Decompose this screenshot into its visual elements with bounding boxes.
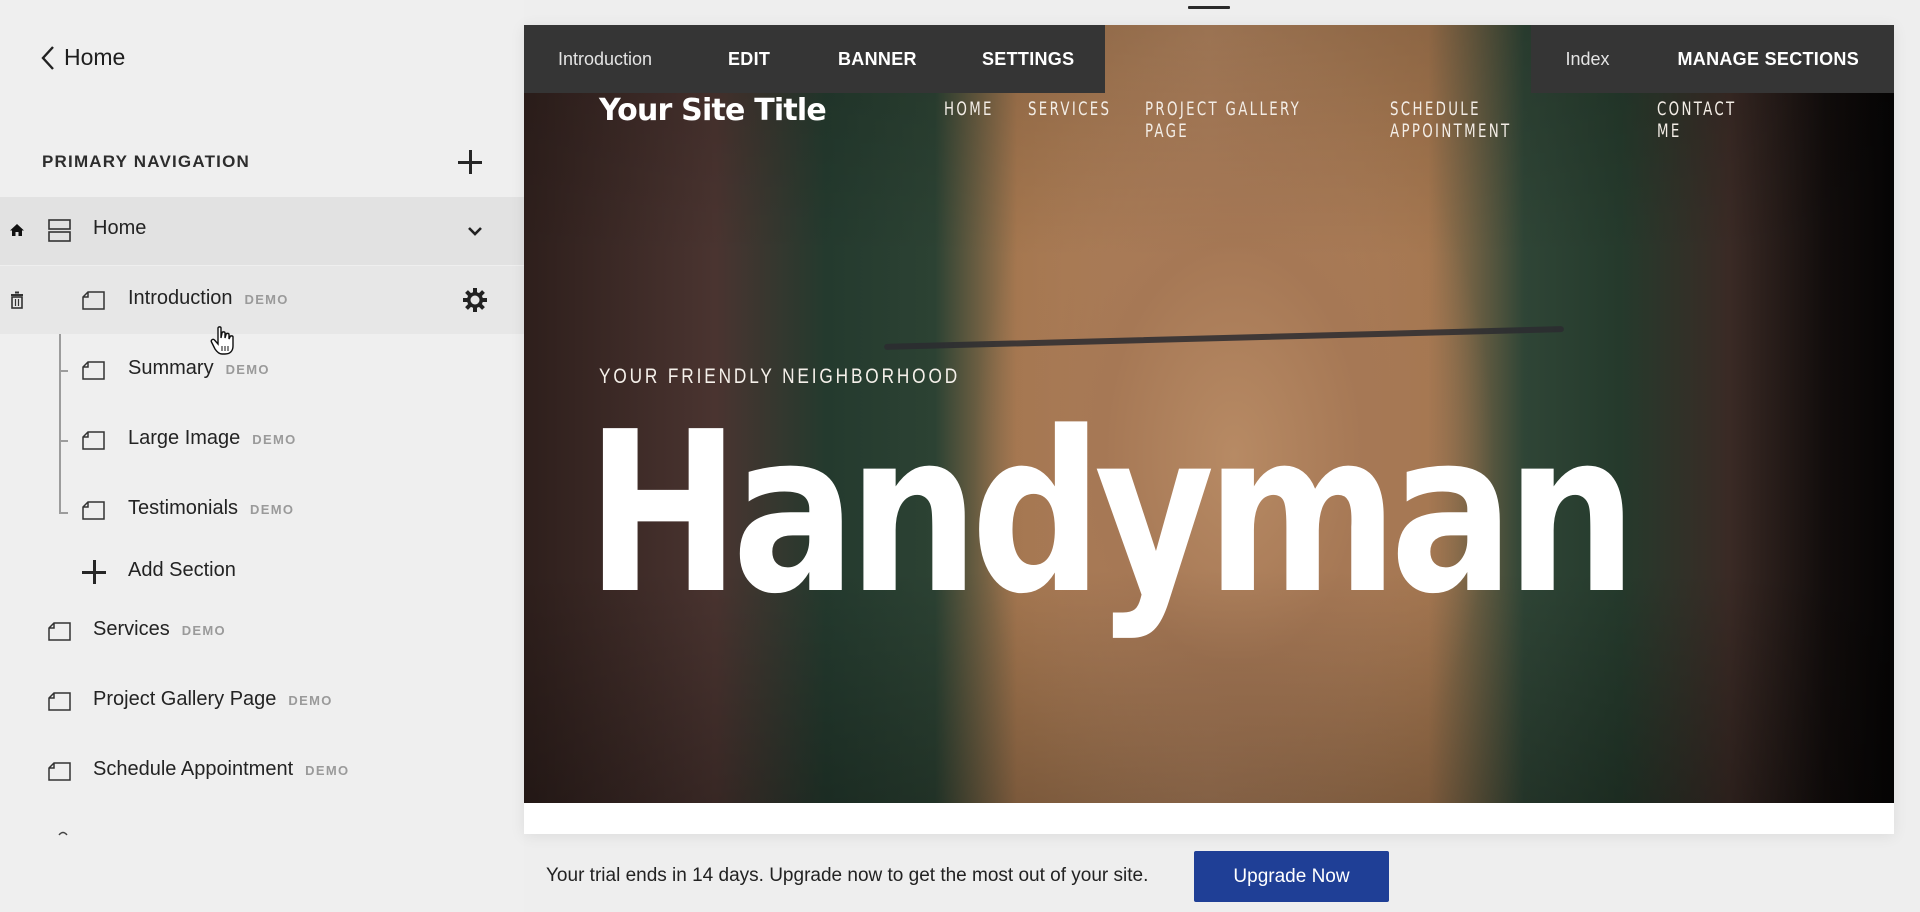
site-nav-contact[interactable]: CONTACT ME <box>1657 98 1747 142</box>
manage-sections-button[interactable]: MANAGE SECTIONS <box>1677 49 1859 70</box>
site-nav-project-gallery[interactable]: PROJECT GALLERY PAGE <box>1145 98 1313 142</box>
nav-item-services[interactable]: Services DEMO <box>0 597 524 665</box>
frame-drag-handle[interactable] <box>1188 6 1230 9</box>
section-label: Large Image <box>128 427 241 449</box>
page-icon <box>48 762 71 781</box>
page-label-group: Schedule Appointment DEMO <box>93 758 349 781</box>
chevron-left-icon <box>41 45 54 70</box>
section-label-group: Large Image DEMO <box>128 427 297 450</box>
demo-badge: DEMO <box>305 763 350 778</box>
home-icon <box>10 224 24 236</box>
settings-button[interactable]: SETTINGS <box>982 49 1074 70</box>
page-label: Schedule Appointment <box>93 758 294 780</box>
site-navigation: HOME SERVICES PROJECT GALLERY PAGE SCHED… <box>944 98 1772 142</box>
section-item-introduction[interactable]: Introduction DEMO <box>0 266 524 334</box>
pages-sidebar: Home PRIMARY NAVIGATION Home Introductio… <box>0 0 524 912</box>
section-title: PRIMARY NAVIGATION <box>42 152 250 171</box>
section-item-testimonials[interactable]: Testimonials DEMO <box>0 476 524 544</box>
section-label: Testimonials <box>128 497 239 519</box>
app-root: Home PRIMARY NAVIGATION Home Introductio… <box>0 0 1920 912</box>
site-nav-schedule-appointment[interactable]: SCHEDULE APPOINTMENT <box>1390 98 1576 142</box>
section-label-group: Summary DEMO <box>128 357 270 380</box>
trial-notice: Your trial ends in 14 days. Upgrade now … <box>546 865 1149 886</box>
page-icon <box>82 291 105 310</box>
demo-badge: DEMO <box>225 362 270 377</box>
plus-icon <box>82 560 106 584</box>
edit-button[interactable]: EDIT <box>728 49 838 70</box>
primary-navigation-header: PRIMARY NAVIGATION <box>42 150 482 174</box>
page-icon <box>82 501 105 520</box>
nav-item-schedule-appointment[interactable]: Schedule Appointment DEMO <box>0 737 524 805</box>
toolbar-page-type: Index <box>1565 48 1610 69</box>
site-nav-home[interactable]: HOME <box>944 98 991 142</box>
nav-item-project-gallery-page[interactable]: Project Gallery Page DEMO <box>0 667 524 735</box>
page-label: Services <box>93 618 170 640</box>
page-label-group: Project Gallery Page DEMO <box>93 688 333 711</box>
section-label-group: Introduction DEMO <box>128 287 289 310</box>
page-label-group: Services DEMO <box>93 618 226 641</box>
page-icon <box>48 692 71 711</box>
back-to-home-link[interactable]: Home <box>40 44 125 71</box>
index-page-icon <box>48 219 71 242</box>
add-section-button[interactable]: Add Section <box>0 538 524 606</box>
nav-item-home[interactable]: Home <box>0 197 524 265</box>
demo-badge: DEMO <box>250 502 295 517</box>
page-label: Project Gallery Page <box>93 688 277 710</box>
toolbar-section-name: Introduction <box>558 48 653 69</box>
section-label-group: Testimonials DEMO <box>128 497 294 520</box>
section-item-summary[interactable]: Summary DEMO <box>0 336 524 404</box>
demo-badge: DEMO <box>181 623 226 638</box>
page-icon <box>82 431 105 450</box>
demo-badge: DEMO <box>252 432 297 447</box>
section-item-large-image[interactable]: Large Image DEMO <box>0 406 524 474</box>
demo-badge: DEMO <box>288 693 333 708</box>
page-icon <box>48 622 71 641</box>
site-preview-frame: Introduction EDIT BANNER SETTINGS Index … <box>524 25 1894 834</box>
partial-page-icon <box>58 831 68 836</box>
section-edit-toolbar: Introduction EDIT BANNER SETTINGS <box>524 25 1105 93</box>
page-icon <box>82 361 105 380</box>
chevron-down-icon[interactable] <box>462 218 488 244</box>
hero-headline: Handyman <box>586 385 1637 643</box>
banner-button[interactable]: BANNER <box>838 49 982 70</box>
page-edit-toolbar: Index MANAGE SECTIONS <box>1531 25 1894 93</box>
section-label: Summary <box>128 357 214 379</box>
add-page-plus-icon[interactable] <box>458 150 482 174</box>
nav-item-label: Home <box>93 217 147 239</box>
trash-icon[interactable] <box>9 291 25 309</box>
gear-icon[interactable] <box>462 287 488 313</box>
site-title[interactable]: Your Site Title <box>599 93 827 128</box>
back-link-label: Home <box>64 44 126 70</box>
site-nav-services[interactable]: SERVICES <box>1028 98 1109 142</box>
upgrade-now-button[interactable]: Upgrade Now <box>1194 851 1389 902</box>
demo-badge: DEMO <box>244 292 289 307</box>
section-label: Introduction <box>128 287 233 309</box>
add-section-label: Add Section <box>128 559 236 581</box>
